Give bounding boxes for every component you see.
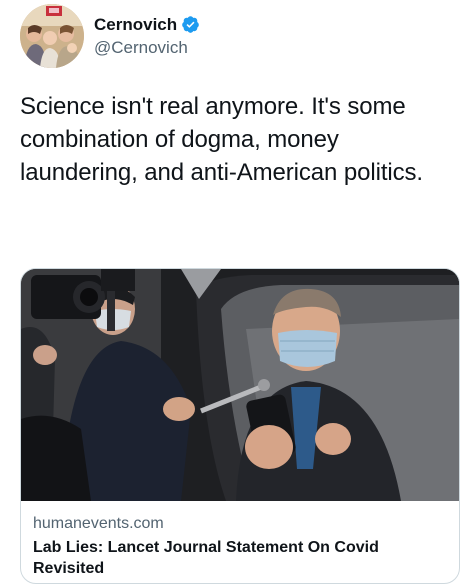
link-card-title[interactable]: Lab Lies: Lancet Journal Statement On Co… xyxy=(33,537,447,579)
tweet-header: Cernovich @Cernovich xyxy=(20,4,200,68)
link-card-domain: humanevents.com xyxy=(33,515,164,532)
avatar-photo xyxy=(20,4,84,68)
link-card-image[interactable] xyxy=(21,269,459,501)
link-card[interactable]: humanevents.com Lab Lies: Lancet Journal… xyxy=(20,268,460,584)
avatar[interactable] xyxy=(20,4,84,68)
tweet-text: Science isn't real anymore. It's some co… xyxy=(20,93,423,186)
verified-badge-icon xyxy=(181,15,200,34)
news-photo xyxy=(21,269,459,501)
display-name-row: Cernovich xyxy=(94,14,200,36)
link-card-meta: humanevents.com Lab Lies: Lancet Journal… xyxy=(33,514,447,579)
display-name[interactable]: Cernovich xyxy=(94,14,177,36)
tweet[interactable]: Cernovich @Cernovich Science isn't real … xyxy=(0,0,476,586)
author-names: Cernovich @Cernovich xyxy=(94,14,200,59)
author-handle[interactable]: @Cernovich xyxy=(94,37,200,59)
